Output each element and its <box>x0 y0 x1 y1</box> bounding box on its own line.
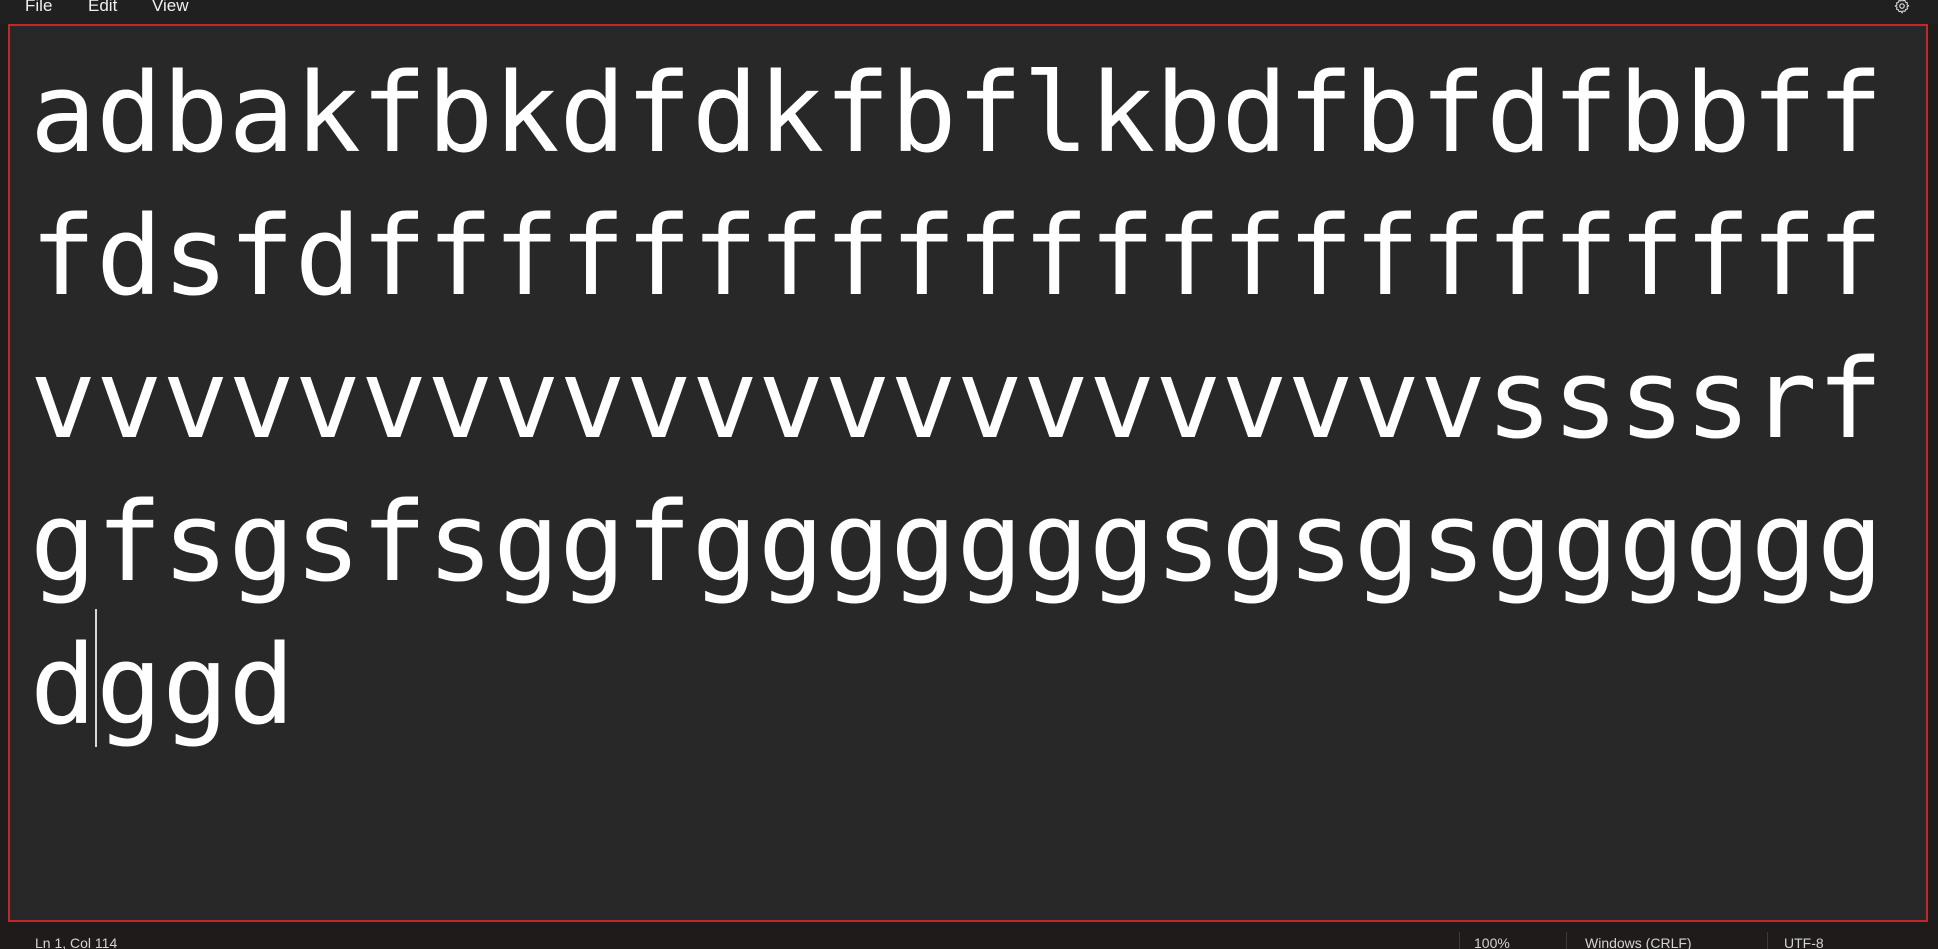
text-caret <box>95 609 97 747</box>
menu-bar: File Edit View <box>0 0 1938 24</box>
settings-button[interactable] <box>1890 0 1914 18</box>
status-divider <box>1459 932 1460 949</box>
gear-icon <box>1894 0 1910 14</box>
text-editor-area[interactable]: adbakfbkdfdkfbflkbdfbfdfbbfffdsfdfffffff… <box>8 24 1928 922</box>
encoding-status[interactable]: UTF-8 <box>1784 935 1824 949</box>
menu-file[interactable]: File <box>25 0 52 18</box>
editor-text[interactable]: adbakfbkdfdkfbflkbdfbfdfbbfffdsfdfffffff… <box>30 42 1910 757</box>
zoom-status[interactable]: 100% <box>1474 935 1510 949</box>
line-ending-status[interactable]: Windows (CRLF) <box>1585 935 1692 949</box>
status-bar: Ln 1, Col 114 100% Windows (CRLF) UTF-8 <box>0 922 1938 949</box>
menu-view[interactable]: View <box>152 0 189 18</box>
status-divider <box>1566 932 1567 949</box>
menu-edit[interactable]: Edit <box>88 0 117 18</box>
status-divider <box>1767 932 1768 949</box>
cursor-position-status[interactable]: Ln 1, Col 114 <box>35 935 117 949</box>
notepad-window: File Edit View adbakfbkdfdkfbflkbdfbfdfb… <box>0 0 1938 949</box>
